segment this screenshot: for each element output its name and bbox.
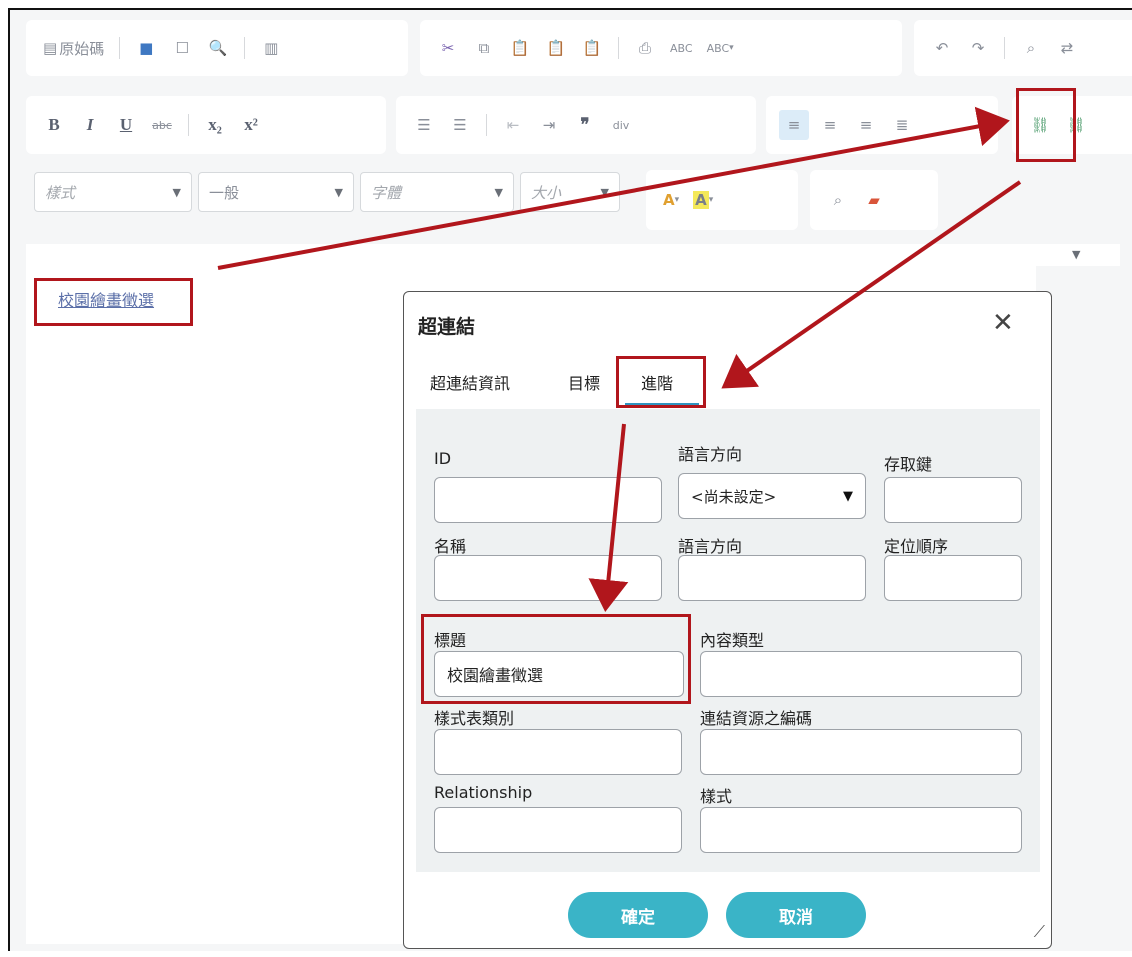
arrow-advanced-tab-to-title <box>588 423 629 612</box>
arrow-text-to-link-button <box>217 106 1010 270</box>
arrow-link-button-to-advanced-tab <box>721 180 1022 389</box>
annotation-arrows <box>217 106 1022 612</box>
